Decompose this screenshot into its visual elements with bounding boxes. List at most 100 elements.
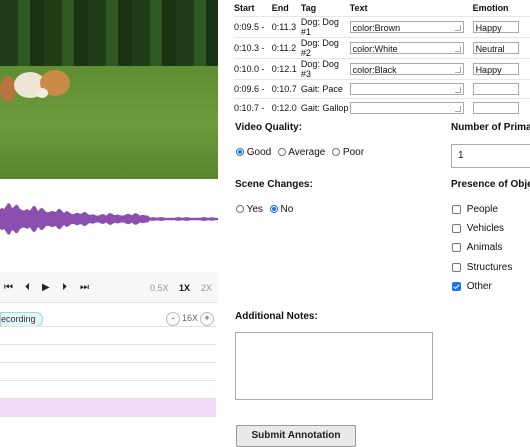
scene-changes-label: Scene Changes: xyxy=(235,179,313,190)
col-sep xyxy=(261,0,271,17)
col-emotion: Emotion xyxy=(472,3,509,13)
cell-start: 0:10.3 xyxy=(234,37,262,59)
timeline-lane[interactable] xyxy=(0,416,216,434)
checkbox-other-label[interactable]: Other xyxy=(467,281,492,292)
cell-tag: Dog: Dog #3 xyxy=(300,58,350,80)
dog-light xyxy=(36,88,48,98)
presence-option-animals[interactable]: Animals xyxy=(452,242,502,253)
radio-yes-label[interactable]: Yes xyxy=(247,204,263,215)
checkbox-structures-label[interactable]: Structures xyxy=(467,262,513,273)
cell-end: 0:11.3 xyxy=(271,16,301,38)
emotion-select[interactable] xyxy=(472,83,519,95)
cell-sep: - xyxy=(261,16,272,38)
cell-sep: - xyxy=(261,98,272,117)
radio-good-label[interactable]: Good xyxy=(247,147,271,158)
additional-notes-label: Additional Notes: xyxy=(235,311,318,322)
text-field[interactable] xyxy=(349,102,464,114)
text-field[interactable] xyxy=(349,83,464,95)
speed-1x[interactable]: 1X xyxy=(179,283,190,293)
number-primary-input[interactable]: 1 xyxy=(451,144,530,168)
cell-end: 0:12.0 xyxy=(271,98,301,117)
table-row[interactable]: 0:09.5 - 0:11.3 Dog: Dog #1 color:Brown … xyxy=(234,16,530,38)
presence-objects-label: Presence of Objec xyxy=(451,179,530,190)
checkbox-structures[interactable] xyxy=(452,262,461,272)
timeline-lane[interactable] xyxy=(0,344,216,362)
radio-yes[interactable] xyxy=(236,205,244,214)
radio-no-label[interactable]: No xyxy=(281,204,294,215)
speed-2x[interactable]: 2X xyxy=(201,283,212,293)
cell-tag: Gait: Gallop xyxy=(300,98,350,117)
zoom-level: 16X xyxy=(182,313,199,323)
zoom-out-button[interactable]: - xyxy=(166,312,180,326)
submit-annotation-button[interactable]: Submit Annotation xyxy=(236,425,356,447)
checkbox-vehicles-label[interactable]: Vehicles xyxy=(467,223,504,234)
checkbox-other[interactable] xyxy=(452,281,461,291)
video-quality-label: Video Quality: xyxy=(235,122,303,133)
checkbox-vehicles[interactable] xyxy=(452,223,461,233)
cell-sep: - xyxy=(261,37,272,59)
zoom-in-button[interactable]: + xyxy=(200,312,214,326)
radio-average[interactable] xyxy=(278,148,287,157)
col-tag: Tag xyxy=(300,3,317,13)
presence-option-structures[interactable]: Structures xyxy=(452,262,512,273)
cell-start: 0:10.0 xyxy=(234,58,262,80)
speed-0-5x[interactable]: 0.5X xyxy=(150,283,169,293)
presence-option-other[interactable]: Other xyxy=(452,281,492,292)
text-field[interactable]: color:Brown xyxy=(349,21,464,33)
radio-average-label[interactable]: Average xyxy=(288,147,325,158)
timeline-lane[interactable] xyxy=(0,380,216,398)
text-field[interactable]: color:Black xyxy=(349,63,464,75)
audio-waveform xyxy=(0,203,218,235)
step-forward-icon[interactable]: ⏵ xyxy=(62,282,67,293)
cell-tag: Dog: Dog #1 xyxy=(300,16,350,38)
table-row[interactable]: 0:10.0 - 0:12.1 Dog: Dog #3 color:Black … xyxy=(234,58,530,80)
additional-notes-textarea[interactable] xyxy=(235,332,433,400)
timeline-lane[interactable] xyxy=(0,362,216,380)
checkbox-people-label[interactable]: People xyxy=(467,204,498,215)
presence-option-vehicles[interactable]: Vehicles xyxy=(452,223,504,234)
emotion-select[interactable]: Happy xyxy=(472,21,519,33)
table-row[interactable]: 0:10.3 - 0:11.2 Dog: Dog #2 color:White … xyxy=(234,37,530,59)
emotion-select[interactable]: Happy xyxy=(472,63,519,75)
col-text: Text xyxy=(349,3,368,13)
radio-good[interactable] xyxy=(236,148,244,157)
cell-sep: - xyxy=(261,58,272,80)
timeline-lane-selected[interactable] xyxy=(0,398,216,416)
emotion-select[interactable] xyxy=(472,102,519,114)
radio-no[interactable] xyxy=(269,205,278,214)
table-row[interactable]: 0:10.7 - 0:12.0 Gait: Gallop xyxy=(234,98,530,117)
cell-end: 0:11.2 xyxy=(271,37,301,59)
video-quality-options: Good Average Poor xyxy=(236,147,364,158)
skip-to-end-icon[interactable]: ⏭ xyxy=(80,282,89,293)
step-back-icon[interactable]: ⏴ xyxy=(25,282,30,293)
video-frame[interactable] xyxy=(0,0,218,179)
cell-tag: Gait: Pace xyxy=(300,79,350,99)
table-header-row: Start End Tag Text Emotion xyxy=(234,0,530,17)
cell-start: 0:09.5 xyxy=(234,16,262,38)
col-start: Start xyxy=(234,3,255,13)
text-field[interactable]: color:White xyxy=(349,42,464,54)
timeline-lane[interactable] xyxy=(0,326,216,344)
cell-start: 0:09.6 xyxy=(234,79,262,99)
cell-end: 0:10.7 xyxy=(271,79,301,99)
number-primary-label: Number of Prima xyxy=(451,122,530,133)
checkbox-animals[interactable] xyxy=(452,242,461,252)
presence-option-people[interactable]: People xyxy=(452,204,498,215)
skip-to-start-icon[interactable]: ⏮ xyxy=(4,282,13,293)
cell-start: 0:10.7 xyxy=(234,98,262,117)
cell-sep: - xyxy=(261,79,272,99)
scene-changes-options: Yes No xyxy=(236,204,293,215)
play-icon[interactable]: ▶ xyxy=(42,282,50,293)
recording-badge: ecording xyxy=(0,312,43,327)
checkbox-people[interactable] xyxy=(452,204,461,214)
checkbox-animals-label[interactable]: Animals xyxy=(467,242,503,253)
col-end: End xyxy=(271,3,289,13)
radio-poor[interactable] xyxy=(332,148,341,157)
cell-end: 0:12.1 xyxy=(271,58,301,80)
cell-tag: Dog: Dog #2 xyxy=(300,37,350,59)
dog-brown xyxy=(0,76,16,102)
table-row[interactable]: 0:09.6 - 0:10.7 Gait: Pace xyxy=(234,79,530,99)
radio-poor-label[interactable]: Poor xyxy=(343,147,364,158)
emotion-select[interactable]: Neutral xyxy=(472,42,519,54)
annotation-table: Start End Tag Text Emotion 0:09.5 - 0:11… xyxy=(234,0,530,117)
